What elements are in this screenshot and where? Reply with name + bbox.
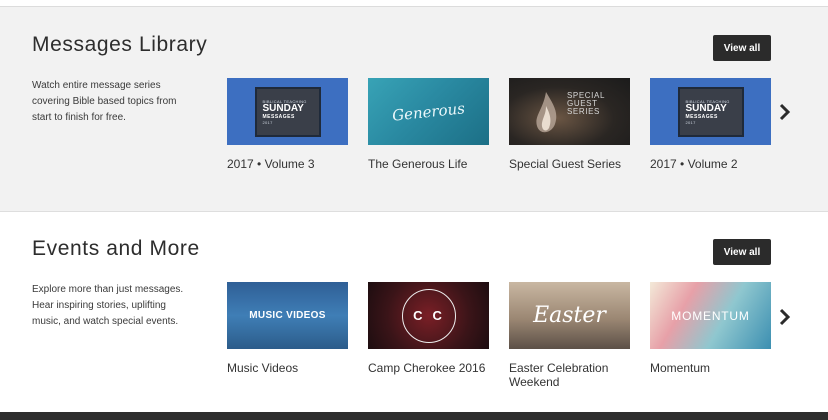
events-and-more-title: Events and More bbox=[32, 237, 200, 260]
events-next-arrow[interactable] bbox=[777, 305, 793, 329]
event-card-momentum[interactable]: MOMENTUM Momentum bbox=[650, 282, 771, 375]
event-thumbnail[interactable]: Easter bbox=[509, 282, 630, 349]
generous-artwork-text: Generous bbox=[391, 98, 466, 125]
series-title[interactable]: Special Guest Series bbox=[509, 157, 630, 171]
momentum-artwork-text: MOMENTUM bbox=[671, 308, 750, 323]
series-thumbnail[interactable]: BIBLICAL TEACHING SUNDAY MESSAGES 2017 bbox=[650, 78, 771, 145]
events-and-more-section: Events and More Explore more than just m… bbox=[0, 212, 828, 412]
camp-cherokee-logo: CC bbox=[401, 288, 456, 343]
top-divider bbox=[0, 0, 828, 7]
series-title[interactable]: 2017 • Volume 3 bbox=[227, 157, 348, 171]
event-card-camp-cherokee[interactable]: CC Camp Cherokee 2016 bbox=[368, 282, 489, 375]
event-thumbnail[interactable]: MOMENTUM bbox=[650, 282, 771, 349]
series-card-generous-life[interactable]: Generous The Generous Life bbox=[368, 78, 489, 171]
messages-library-title: Messages Library bbox=[32, 33, 208, 56]
event-title[interactable]: Camp Cherokee 2016 bbox=[368, 361, 489, 375]
series-title[interactable]: The Generous Life bbox=[368, 157, 489, 171]
flame-icon bbox=[536, 92, 557, 133]
messages-library-section: Messages Library Watch entire message se… bbox=[0, 7, 828, 212]
messages-view-all-button[interactable]: View all bbox=[713, 35, 771, 61]
event-title[interactable]: Momentum bbox=[650, 361, 771, 375]
series-card-special-guest[interactable]: SPECIAL GUEST SERIES Special Guest Serie… bbox=[509, 78, 630, 171]
sunday-messages-artwork: BIBLICAL TEACHING SUNDAY MESSAGES 2017 bbox=[677, 86, 744, 137]
messages-next-arrow[interactable] bbox=[777, 100, 793, 124]
easter-artwork-text: Easter bbox=[533, 303, 606, 328]
event-card-easter[interactable]: Easter Easter Celebration Weekend bbox=[509, 282, 630, 389]
footer-bar bbox=[0, 412, 828, 420]
chevron-right-icon bbox=[779, 103, 791, 121]
event-title[interactable]: Easter Celebration Weekend bbox=[509, 361, 630, 389]
messages-library-description: Watch entire message series covering Bib… bbox=[32, 80, 177, 123]
events-and-more-description: Explore more than just messages. Hear in… bbox=[32, 284, 184, 327]
sunday-messages-artwork: BIBLICAL TEACHING SUNDAY MESSAGES 2017 bbox=[254, 86, 321, 137]
event-thumbnail[interactable]: CC bbox=[368, 282, 489, 349]
chevron-right-icon bbox=[779, 308, 791, 326]
series-title[interactable]: 2017 • Volume 2 bbox=[650, 157, 771, 171]
events-view-all-button[interactable]: View all bbox=[713, 239, 771, 265]
event-title[interactable]: Music Videos bbox=[227, 361, 348, 375]
series-thumbnail[interactable]: SPECIAL GUEST SERIES bbox=[509, 78, 630, 145]
series-thumbnail[interactable]: Generous bbox=[368, 78, 489, 145]
music-videos-artwork-text: MUSIC VIDEOS bbox=[249, 310, 326, 321]
series-card-2017-volume-3[interactable]: BIBLICAL TEACHING SUNDAY MESSAGES 2017 2… bbox=[227, 78, 348, 171]
event-card-music-videos[interactable]: MUSIC VIDEOS Music Videos bbox=[227, 282, 348, 375]
series-card-2017-volume-2[interactable]: BIBLICAL TEACHING SUNDAY MESSAGES 2017 2… bbox=[650, 78, 771, 171]
special-guest-artwork-text: SPECIAL GUEST SERIES bbox=[567, 91, 605, 116]
event-thumbnail[interactable]: MUSIC VIDEOS bbox=[227, 282, 348, 349]
series-thumbnail[interactable]: BIBLICAL TEACHING SUNDAY MESSAGES 2017 bbox=[227, 78, 348, 145]
